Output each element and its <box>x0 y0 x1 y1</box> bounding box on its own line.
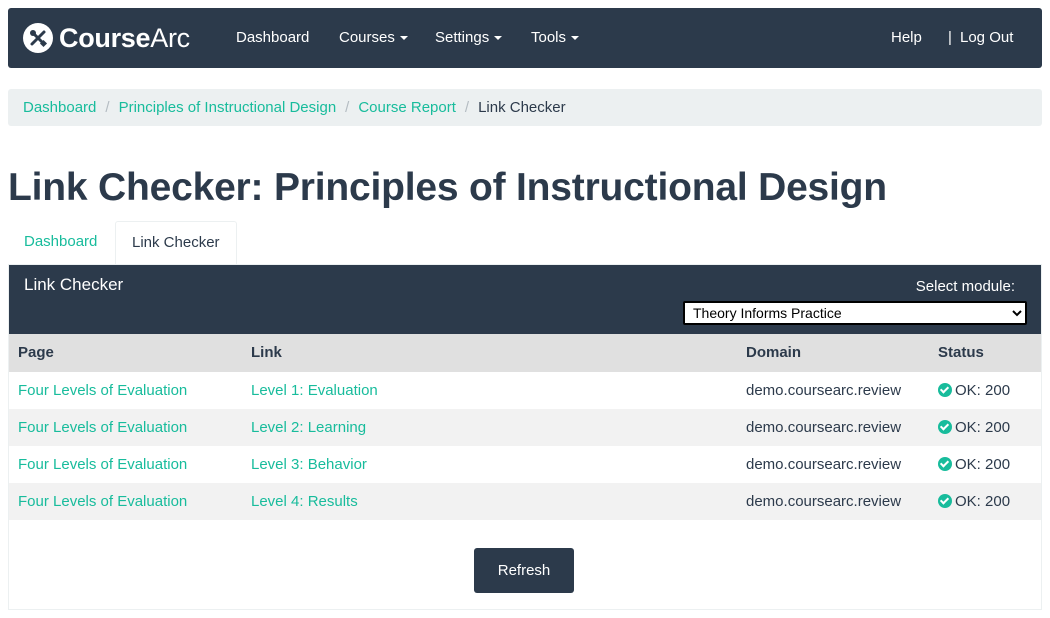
row-domain: demo.coursearc.review <box>746 419 902 436</box>
caret-down-icon <box>494 36 503 41</box>
breadcrumb-separator: / <box>345 99 350 116</box>
table-header: Page Link Domain Status <box>9 334 1041 372</box>
nav-tools[interactable]: Tools <box>531 8 580 68</box>
tools-icon <box>23 23 53 53</box>
caret-down-icon <box>399 36 408 41</box>
nav-courses[interactable]: Courses <box>339 8 408 68</box>
row-page-link[interactable]: Four Levels of Evaluation <box>18 409 187 446</box>
module-select-label: Select module: <box>915 278 1015 295</box>
row-status: OK: 200 <box>938 483 1010 520</box>
table-row: Four Levels of Evaluation Level 1: Evalu… <box>9 372 1041 409</box>
nav-courses-label: Courses <box>339 29 395 46</box>
row-domain: demo.coursearc.review <box>746 493 902 510</box>
table-row: Four Levels of Evaluation Level 2: Learn… <box>9 409 1041 446</box>
tab-dashboard[interactable]: Dashboard <box>8 221 113 265</box>
brand-logo[interactable]: CourseArc <box>23 21 190 55</box>
page-title: Link Checker: Principles of Instructiona… <box>8 166 887 209</box>
row-page-link[interactable]: Four Levels of Evaluation <box>18 372 187 409</box>
row-status: OK: 200 <box>938 372 1010 409</box>
header-status: Status <box>938 344 984 361</box>
row-link[interactable]: Level 4: Results <box>251 483 358 520</box>
table-row: Four Levels of Evaluation Level 4: Resul… <box>9 483 1041 520</box>
row-status-text: OK: 200 <box>955 456 1011 473</box>
row-link[interactable]: Level 3: Behavior <box>251 446 367 483</box>
top-navbar: CourseArc Dashboard Courses Settings Too… <box>8 8 1042 68</box>
nav-tools-label: Tools <box>531 29 567 46</box>
nav-dashboard[interactable]: Dashboard <box>236 8 309 68</box>
row-page-link[interactable]: Four Levels of Evaluation <box>18 446 187 483</box>
row-link[interactable]: Level 2: Learning <box>251 409 366 446</box>
caret-down-icon <box>571 36 580 41</box>
brand-name: CourseArc <box>59 22 190 53</box>
row-status: OK: 200 <box>938 446 1010 483</box>
breadcrumb-current: Link Checker <box>478 99 566 116</box>
nav-help[interactable]: Help <box>891 8 922 68</box>
nav-settings[interactable]: Settings <box>435 8 503 68</box>
header-domain: Domain <box>746 344 802 361</box>
panel-title: Link Checker <box>24 275 124 294</box>
row-domain: demo.coursearc.review <box>746 456 902 473</box>
breadcrumb-dashboard[interactable]: Dashboard <box>23 99 96 116</box>
tab-bar: Dashboard Link Checker <box>8 221 1042 265</box>
nav-settings-label: Settings <box>435 29 490 46</box>
header-page: Page <box>18 344 54 361</box>
nav-separator: | <box>948 29 952 46</box>
link-checker-panel: Link Checker Select module: Theory Infor… <box>8 264 1042 610</box>
breadcrumb-course-report[interactable]: Course Report <box>358 99 456 116</box>
check-circle-icon <box>938 457 952 471</box>
check-circle-icon <box>938 383 952 397</box>
row-status-text: OK: 200 <box>955 382 1011 399</box>
nav-logout[interactable]: Log Out <box>960 8 1013 68</box>
header-link: Link <box>251 344 282 361</box>
refresh-button[interactable]: Refresh <box>474 548 574 593</box>
row-status-text: OK: 200 <box>955 419 1011 436</box>
table-row: Four Levels of Evaluation Level 3: Behav… <box>9 446 1041 483</box>
row-status-text: OK: 200 <box>955 493 1011 510</box>
tab-link-checker[interactable]: Link Checker <box>115 221 237 265</box>
check-circle-icon <box>938 420 952 434</box>
breadcrumb-course[interactable]: Principles of Instructional Design <box>119 99 337 116</box>
row-link[interactable]: Level 1: Evaluation <box>251 372 378 409</box>
check-circle-icon <box>938 494 952 508</box>
breadcrumb-separator: / <box>105 99 110 116</box>
panel-header: Link Checker Select module: Theory Infor… <box>9 265 1041 334</box>
row-status: OK: 200 <box>938 409 1010 446</box>
module-select[interactable]: Theory Informs Practice <box>683 301 1027 325</box>
breadcrumb-separator: / <box>464 99 470 116</box>
row-page-link[interactable]: Four Levels of Evaluation <box>18 483 187 520</box>
row-domain: demo.coursearc.review <box>746 382 902 399</box>
breadcrumb: Dashboard / Principles of Instructional … <box>8 89 1042 126</box>
links-table: Page Link Domain Status Four Levels of E… <box>9 334 1041 520</box>
